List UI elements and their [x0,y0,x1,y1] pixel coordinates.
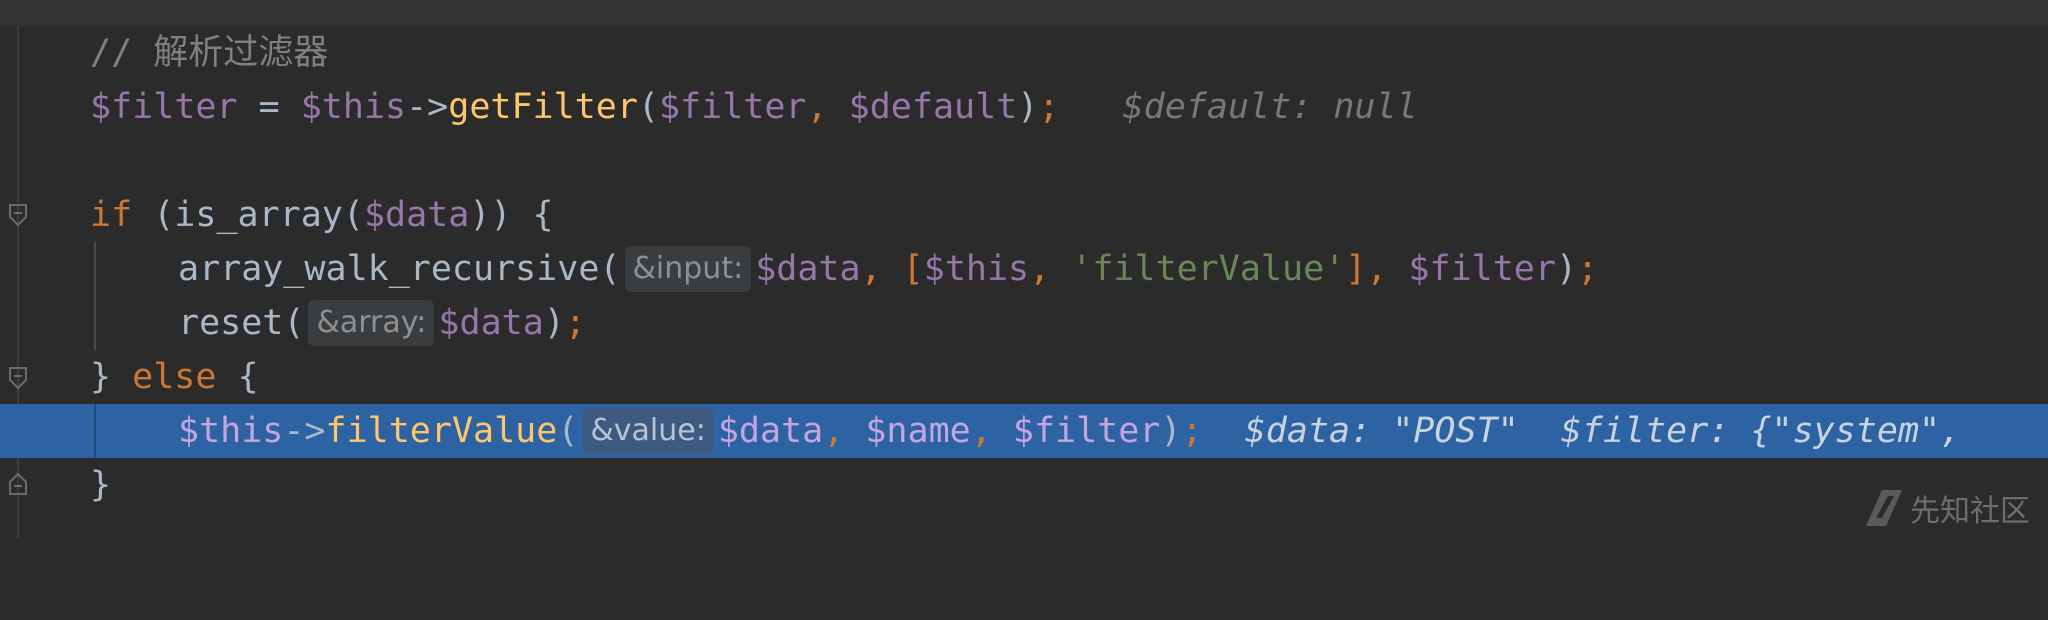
token-paren: ) [543,303,565,343]
token-var: $data [438,303,544,343]
token-var: $filter [1408,249,1556,289]
parameter-hint: &input: [624,246,752,292]
code-line-getfilter[interactable]: $filter = $this->getFilter($filter, $def… [0,80,2048,134]
token-var: $this [300,87,407,127]
xianzhi-logo-icon [1866,490,1902,526]
code-line-else[interactable]: } else { [0,350,2048,404]
token-function: filterValue [325,411,558,451]
token-var: $data [363,195,470,235]
code-content: $this->filterValue(&value: $data, $name, … [178,404,1961,458]
debug-inlay-value: $filter: {"system", [1560,411,1962,451]
token-paren: ) [1160,411,1182,451]
token-arrow: -> [406,87,449,127]
token-var: $data [755,249,861,289]
token-var: $filter [658,87,807,127]
token-comma: , [970,411,1013,451]
token-semicolon: ; [564,303,586,343]
code-line-reset[interactable]: reset(&array: $data); [0,296,2048,350]
token-brace: } [90,357,133,397]
watermark: 先知社区 [1864,488,2030,529]
token-comma: , [806,87,849,127]
code-content: array_walk_recursive(&input: $data, [$thi… [178,242,1598,296]
token-function: array_walk_recursive( [178,249,621,289]
token-semicolon: ; [1181,411,1203,451]
token-function: reset( [178,303,305,343]
token-var: $data [717,411,824,451]
indent-guide [94,404,96,458]
token-keyword: if [90,195,133,235]
code-content: } else { [90,350,259,404]
token-arrow: -> [283,411,326,451]
token-var: $name [865,411,971,451]
token-paren: ( [637,87,659,127]
token-var: $this [923,249,1030,289]
debug-inlay-value: $default: null [1122,87,1418,127]
token-call: (is_array( [132,195,364,235]
token-function: getFilter [448,87,638,127]
token-brace: { [216,357,259,397]
token-paren: ( [557,411,579,451]
token-var: $default [848,87,1018,127]
code-line-blank[interactable] [0,134,2048,188]
code-line-if[interactable]: if (is_array($data)) { [0,188,2048,242]
token-var: $filter [1012,411,1161,451]
code-content: if (is_array($data)) { [90,188,554,242]
token-var: $filter [90,87,238,127]
parameter-hint: &value: [582,408,714,454]
token-paren: ) [1017,87,1039,127]
token-comma: ], [1345,249,1409,289]
token-paren: ) [1555,249,1578,289]
token-comma: , [823,411,866,451]
token-var: $this [178,411,284,451]
parameter-hint: &array: [308,300,435,346]
code-content: $filter = $this->getFilter($filter, $def… [90,80,1418,134]
token-semicolon: ; [1577,249,1599,289]
code-content: reset(&array: $data); [178,296,586,350]
code-line-array-walk[interactable]: array_walk_recursive(&input: $data, [$thi… [0,242,2048,296]
token-keyword: else [132,357,217,397]
comment-text: // 解析过滤器 [90,33,329,73]
watermark-text: 先知社区 [1910,494,2030,529]
debug-inlay-value: $data: "POST" [1244,411,1519,451]
code-line-comment[interactable]: // 解析过滤器 [0,26,2048,80]
code-line-close-brace[interactable]: } [0,458,2048,512]
token-brace: } [90,465,112,505]
token-comma: , [1029,249,1072,289]
editor-tab-bar [0,0,2048,26]
token-comma: , [ [860,249,924,289]
token-semicolon: ; [1038,87,1060,127]
token-string: 'filterValue' [1071,249,1346,289]
code-line-filtervalue-current[interactable]: $this->filterValue(&value: $data, $name, … [0,404,2048,458]
token-paren: )) { [469,195,554,235]
token-operator: = [237,87,301,127]
